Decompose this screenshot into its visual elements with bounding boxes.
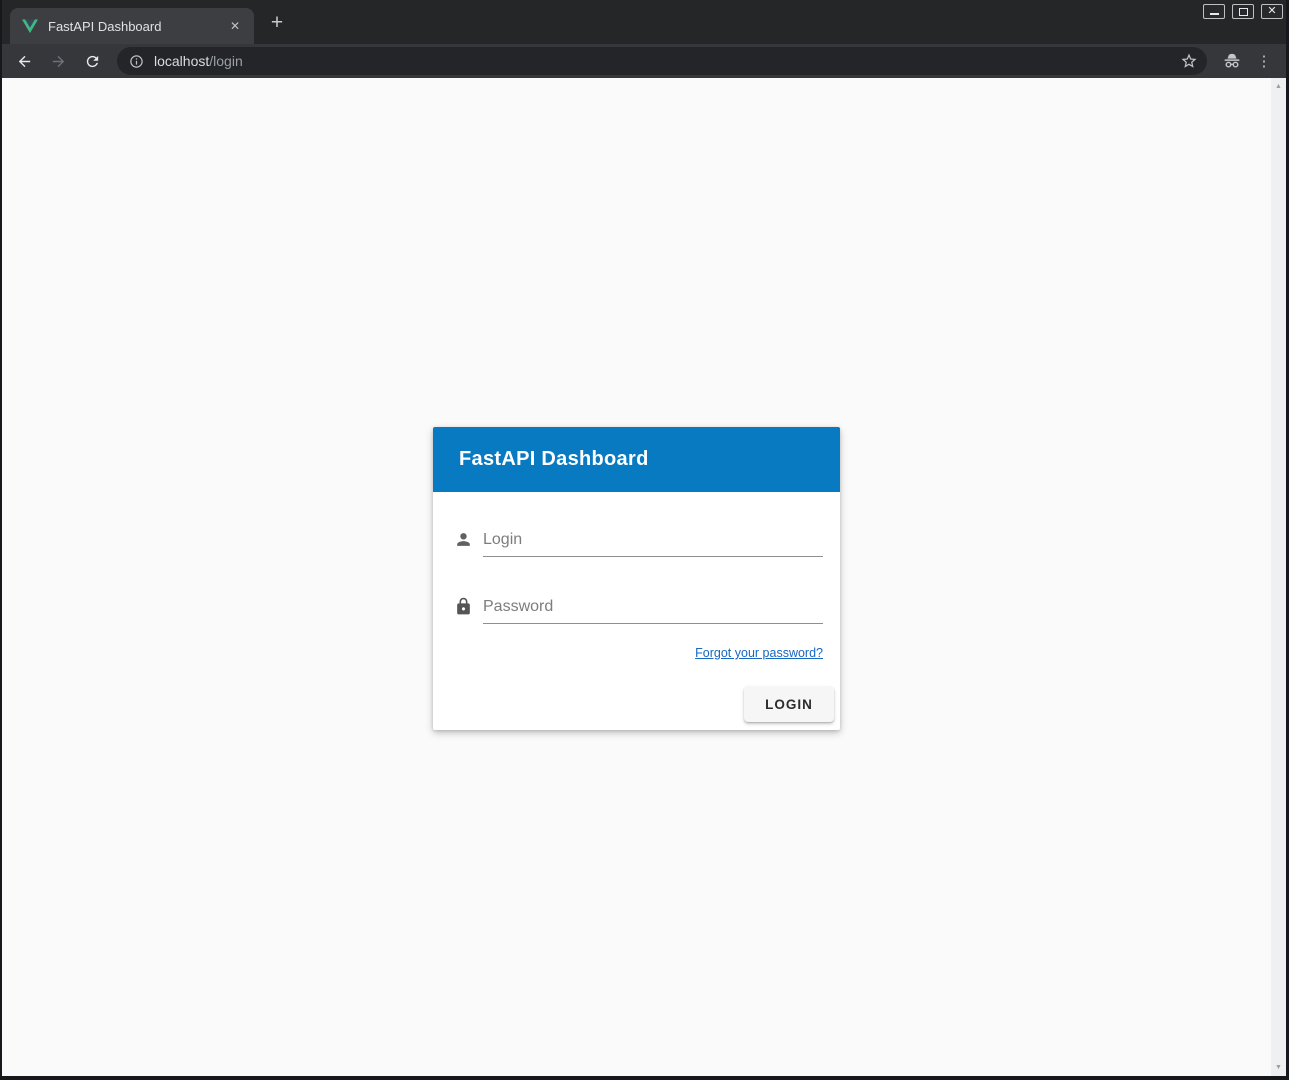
vue-favicon-icon [22,19,38,34]
tab-title: FastAPI Dashboard [48,19,226,34]
maximize-icon [1239,8,1248,16]
url-path: /login [209,53,242,69]
scroll-down-icon[interactable]: ▼ [1271,1064,1286,1071]
maximize-button[interactable] [1232,4,1254,19]
reload-button[interactable] [79,48,105,74]
password-input[interactable] [483,591,823,624]
forward-button[interactable] [45,48,71,74]
lock-icon [454,597,473,616]
browser-tab[interactable]: FastAPI Dashboard ✕ [10,8,254,44]
login-card: FastAPI Dashboard Forgot your password? … [433,427,840,730]
browser-menu-button[interactable]: ⋮ [1253,49,1275,73]
page-content: FastAPI Dashboard Forgot your password? … [2,78,1286,1076]
back-arrow-icon [16,53,33,70]
back-button[interactable] [11,48,37,74]
forgot-password-link[interactable]: Forgot your password? [695,646,823,660]
site-info-icon[interactable] [129,54,144,69]
minimize-button[interactable] [1203,4,1225,19]
login-card-header: FastAPI Dashboard [433,427,840,492]
scroll-up-icon[interactable]: ▲ [1271,83,1286,90]
login-card-title: FastAPI Dashboard [459,448,649,471]
titlebar: FastAPI Dashboard ✕ + ✕ [2,0,1286,44]
url-host: localhost [154,53,209,69]
window-controls: ✕ [1203,4,1283,19]
bookmark-button[interactable] [1177,49,1201,73]
reload-icon [84,53,101,70]
close-icon: ✕ [1267,6,1276,17]
page-scrollbar[interactable]: ▲ ▼ [1271,78,1286,1076]
new-tab-button[interactable]: + [264,11,290,37]
login-input[interactable] [483,524,823,557]
close-button[interactable]: ✕ [1261,4,1283,19]
login-button[interactable]: LOGIN [744,686,834,722]
person-icon [454,530,473,549]
star-icon [1180,52,1198,70]
address-bar[interactable]: localhost/login [117,47,1207,75]
url-text: localhost/login [154,53,243,69]
browser-toolbar: localhost/login ⋮ [2,44,1286,78]
minimize-icon [1210,13,1219,15]
incognito-icon [1221,50,1243,72]
forward-arrow-icon [50,53,67,70]
browser-window: FastAPI Dashboard ✕ + ✕ [0,0,1289,1080]
tab-close-icon[interactable]: ✕ [226,17,244,35]
